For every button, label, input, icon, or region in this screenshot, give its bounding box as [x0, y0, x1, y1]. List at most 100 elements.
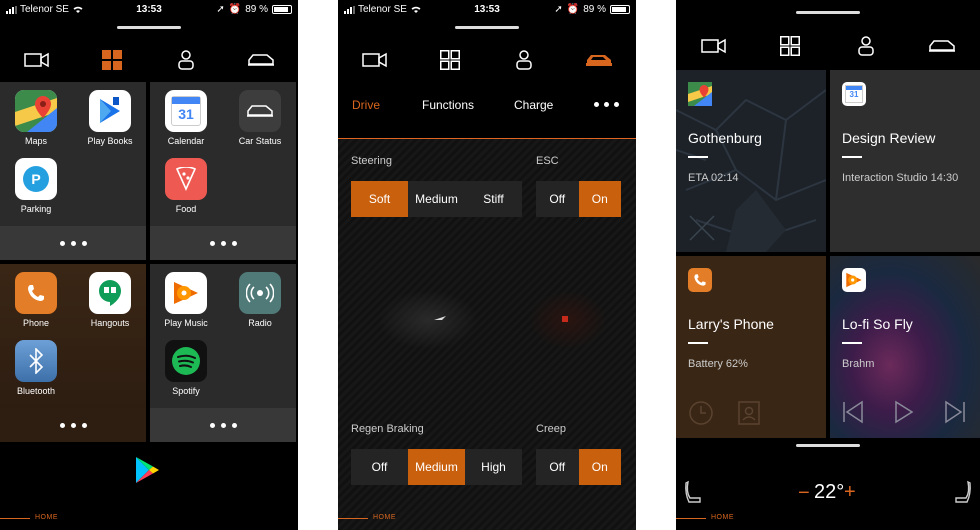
esc-control: Off On — [536, 181, 621, 217]
app-hangouts[interactable]: Hangouts — [80, 272, 140, 328]
nav-apps[interactable] — [770, 30, 810, 62]
video-camera-icon — [701, 38, 726, 54]
nav-car[interactable] — [922, 30, 962, 62]
car-icon — [585, 55, 612, 66]
app-radio[interactable]: Radio — [230, 272, 290, 328]
navigation-card[interactable]: Gothenburg ETA 02:14 — [676, 70, 826, 252]
drag-handle[interactable] — [117, 26, 181, 29]
play-music-icon — [842, 268, 866, 292]
home-indicator[interactable]: HOME — [338, 512, 428, 526]
nav-car[interactable] — [579, 44, 619, 76]
app-label: Play Books — [87, 136, 133, 146]
nav-video[interactable] — [694, 30, 734, 62]
nav-apps[interactable] — [430, 44, 470, 76]
regen-off-option[interactable]: Off — [351, 449, 408, 485]
hangouts-icon — [89, 272, 131, 314]
app-food[interactable]: Food — [156, 158, 216, 214]
drive-settings-screen: Telenor SE 13:53 ➚ ⏰ 89 % Drive Function… — [338, 0, 636, 530]
esc-label: ESC — [536, 155, 559, 167]
nav-profile[interactable] — [504, 44, 544, 76]
next-track-icon[interactable] — [944, 400, 966, 424]
phone-icon — [688, 268, 712, 292]
steering-medium-option[interactable]: Medium — [408, 181, 465, 217]
app-label: Radio — [248, 318, 272, 328]
nav-car[interactable] — [241, 44, 281, 76]
tab-more[interactable] — [594, 96, 619, 107]
play-store-button[interactable] — [134, 456, 162, 486]
app-bluetooth[interactable]: Bluetooth — [6, 340, 66, 396]
tab-drive[interactable]: Drive — [352, 98, 380, 112]
seat-left-icon[interactable] — [684, 480, 704, 506]
esc-on-option[interactable]: On — [578, 181, 621, 217]
more-button[interactable] — [0, 408, 146, 442]
app-play-music[interactable]: Play Music — [156, 272, 216, 328]
app-label: Food — [175, 204, 197, 214]
previous-track-icon[interactable] — [842, 400, 864, 424]
home-indicator[interactable]: HOME — [676, 512, 766, 526]
tab-charge[interactable]: Charge — [514, 98, 553, 112]
more-button[interactable] — [150, 226, 296, 260]
more-button[interactable] — [0, 226, 146, 260]
drag-handle[interactable] — [455, 26, 519, 29]
google-maps-icon — [15, 90, 57, 132]
more-button[interactable] — [150, 408, 296, 442]
calendar-card[interactable]: 31 Design Review Interaction Studio 14:3… — [830, 70, 980, 252]
alarm-icon: ⏰ — [566, 4, 580, 15]
app-label: Calendar — [167, 136, 205, 146]
creep-control: Off On — [536, 449, 621, 485]
app-maps[interactable]: Maps — [6, 90, 66, 146]
card-subtitle: Brahm — [842, 358, 875, 370]
creep-off-option[interactable]: Off — [536, 449, 579, 485]
music-card[interactable]: Lo-fi So Fly Brahm — [830, 256, 980, 438]
recents-clock-icon[interactable] — [688, 400, 714, 426]
temperature-increase-button[interactable]: + — [844, 481, 856, 504]
pizza-icon — [165, 158, 207, 200]
status-bar: Telenor SE 13:53 ➚ ⏰ 89 % — [338, 0, 636, 18]
nav-profile[interactable] — [166, 44, 206, 76]
esc-off-option[interactable]: Off — [536, 181, 579, 217]
home-apps-screen: Telenor SE 13:53 ➚ ⏰ 89 % Maps Play Book… — [0, 0, 298, 530]
temperature-decrease-button[interactable]: − — [798, 482, 810, 505]
steering-soft-option[interactable]: Soft — [351, 181, 408, 217]
app-label: Bluetooth — [16, 386, 56, 396]
phone-card[interactable]: Larry's Phone Battery 62% — [676, 256, 826, 438]
top-nav — [676, 26, 980, 66]
spotify-icon — [165, 340, 207, 382]
drag-handle-bottom[interactable] — [796, 444, 860, 447]
app-spotify[interactable]: Spotify — [156, 340, 216, 396]
app-label: Maps — [24, 136, 47, 146]
profile-icon — [858, 36, 874, 56]
drag-handle[interactable] — [796, 11, 860, 14]
tab-functions[interactable]: Functions — [422, 98, 474, 112]
top-nav — [338, 40, 636, 80]
apps-grid-icon — [439, 50, 460, 70]
home-indicator[interactable]: HOME — [0, 512, 90, 526]
app-label: Phone — [22, 318, 50, 328]
play-icon[interactable] — [893, 400, 915, 424]
app-tile-services: 31 Calendar Car Status Food — [150, 82, 296, 260]
app-label: Play Music — [164, 318, 208, 328]
app-car-status[interactable]: Car Status — [230, 90, 290, 146]
nav-profile[interactable] — [846, 30, 886, 62]
steering-stiff-option[interactable]: Stiff — [465, 181, 522, 217]
nav-video[interactable] — [355, 44, 395, 76]
seat-right-icon[interactable] — [952, 480, 972, 506]
regen-braking-control: Off Medium High — [351, 449, 522, 485]
car-icon — [929, 40, 955, 52]
app-calendar[interactable]: 31 Calendar — [156, 90, 216, 146]
apps-grid-icon — [101, 50, 122, 70]
nav-video[interactable] — [17, 44, 57, 76]
car-icon — [247, 54, 274, 66]
creep-on-option[interactable]: On — [578, 449, 621, 485]
dashboard-screen: Gothenburg ETA 02:14 31 Design Review In… — [676, 0, 980, 530]
card-title: Design Review — [842, 130, 936, 146]
app-play-books[interactable]: Play Books — [80, 90, 140, 146]
nav-apps[interactable] — [92, 44, 132, 76]
contacts-icon[interactable] — [736, 400, 762, 426]
regen-high-option[interactable]: High — [465, 449, 522, 485]
app-phone[interactable]: Phone — [6, 272, 66, 328]
app-parking[interactable]: P Parking — [6, 158, 66, 214]
regen-medium-option[interactable]: Medium — [408, 449, 465, 485]
radio-icon — [239, 272, 281, 314]
app-label: Car Status — [238, 136, 282, 146]
